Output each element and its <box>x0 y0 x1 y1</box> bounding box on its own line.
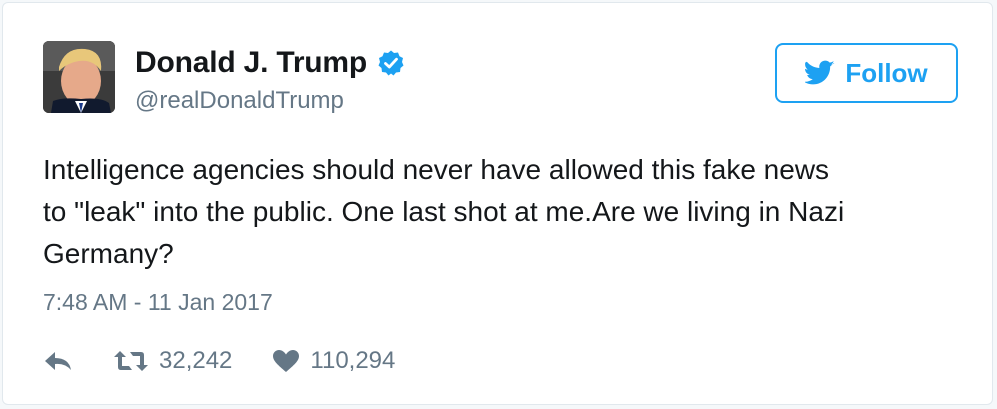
author-handle[interactable]: @realDonaldTrump <box>135 87 344 115</box>
follow-button-label: Follow <box>845 57 928 88</box>
author-display-name[interactable]: Donald J. Trump <box>135 46 367 80</box>
like-count: 110,294 <box>310 347 396 374</box>
retweet-button[interactable]: 32,242 <box>113 347 232 375</box>
retweet-icon <box>113 349 149 373</box>
tweet-card: Donald J. Trump @realDonaldTrump Follow … <box>2 2 993 405</box>
twitter-bird-icon <box>804 60 835 86</box>
tweet-timestamp[interactable]: 7:48 AM - 11 Jan 2017 <box>43 289 273 316</box>
like-button[interactable]: 110,294 <box>272 347 395 375</box>
retweet-count: 32,242 <box>159 347 233 374</box>
heart-icon <box>272 349 300 373</box>
verified-badge-icon <box>377 49 405 77</box>
tweet-actions: 32,242 110,294 <box>43 343 395 379</box>
reply-icon <box>43 350 73 372</box>
follow-button[interactable]: Follow <box>775 43 958 103</box>
avatar[interactable] <box>43 41 115 113</box>
tweet-text: Intelligence agencies should never have … <box>43 154 845 269</box>
avatar-image <box>43 41 115 113</box>
reply-button[interactable] <box>43 350 73 372</box>
author-name-row: Donald J. Trump <box>135 45 405 81</box>
